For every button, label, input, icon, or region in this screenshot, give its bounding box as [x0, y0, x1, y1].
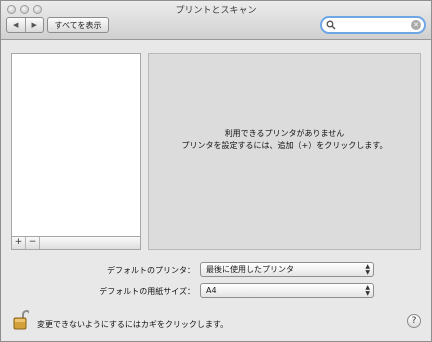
help-button[interactable]: ? [407, 314, 421, 328]
back-arrow-icon: ◀ [13, 21, 19, 29]
popup-arrows-icon: ▲ ▼ [365, 284, 370, 297]
search-input[interactable] [338, 19, 412, 31]
forward-arrow-icon: ▶ [31, 21, 37, 29]
popup-arrows-icon: ▲ ▼ [365, 263, 370, 276]
default-paper-size-select[interactable]: A4 ▲ ▼ [200, 283, 374, 298]
preferences-window: プリントとスキャン ◀ ▶ すべてを表示 ✕ + − 利用できるプリンタがありま… [0, 0, 432, 342]
title-bar: プリントとスキャン ◀ ▶ すべてを表示 ✕ [1, 1, 431, 40]
default-printer-value: 最後に使用したプリンタ [206, 265, 294, 274]
show-all-button[interactable]: すべてを表示 [47, 17, 109, 33]
lock-instruction-text: 変更できないようにするにはカギをクリックします。 [37, 320, 229, 329]
printer-detail-pane: 利用できるプリンタがありません プリンタを設定するには、追加（+）をクリックしま… [148, 53, 421, 250]
window-title: プリントとスキャン [175, 6, 257, 16]
default-paper-size-value: A4 [206, 286, 217, 295]
back-button[interactable]: ◀ [7, 18, 26, 32]
add-printer-button[interactable]: + [12, 237, 26, 249]
search-icon [326, 20, 336, 30]
forward-button[interactable]: ▶ [26, 18, 44, 32]
default-paper-size-label: デフォルトの用紙サイズ： [99, 287, 195, 296]
remove-printer-button[interactable]: − [26, 237, 40, 249]
empty-state-line-2: プリンタを設定するには、追加（+）をクリックします。 [181, 141, 388, 150]
clear-search-icon[interactable]: ✕ [411, 20, 421, 30]
printer-list-toolbar: + − [11, 237, 141, 250]
printer-list[interactable] [11, 53, 141, 237]
default-printer-select[interactable]: 最後に使用したプリンタ ▲ ▼ [200, 262, 374, 277]
empty-state-message: 利用できるプリンタがありません プリンタを設定するには、追加（+）をクリックしま… [149, 128, 420, 152]
unlocked-padlock-icon[interactable] [13, 309, 29, 331]
default-printer-label: デフォルトのプリンタ： [107, 266, 195, 275]
back-forward-control: ◀ ▶ [6, 17, 44, 33]
search-field[interactable]: ✕ [320, 16, 426, 34]
empty-state-line-1: 利用できるプリンタがありません [224, 129, 345, 138]
